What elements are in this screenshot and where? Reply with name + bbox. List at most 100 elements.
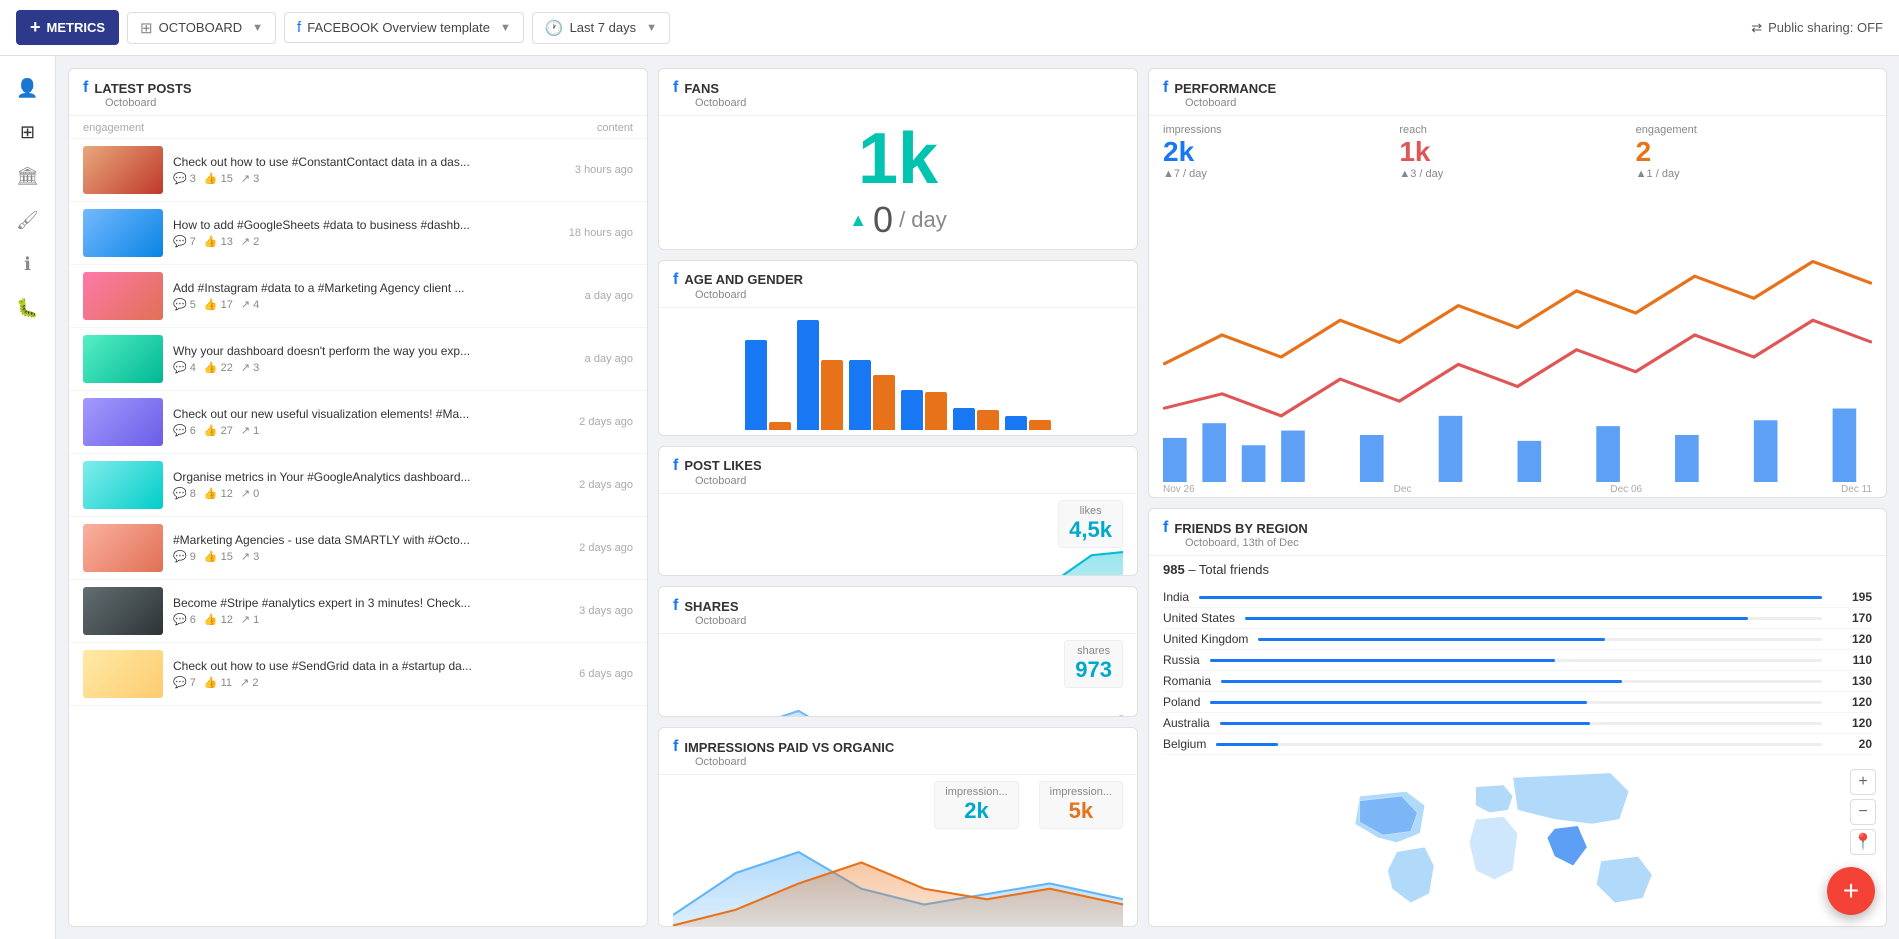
post-time: 3 hours ago	[567, 164, 633, 176]
fab-add-button[interactable]: +	[1827, 867, 1875, 915]
performance-title: PERFORMANCE	[1174, 81, 1276, 96]
country-bar	[1220, 722, 1591, 725]
country-count: 130	[1832, 674, 1872, 688]
post-item[interactable]: #Marketing Agencies - use data SMARTLY w…	[69, 517, 647, 580]
post-likes: 👍 27	[204, 424, 233, 437]
age-gender-panel: f AGE AND GENDER Octoboard	[658, 260, 1138, 436]
latest-posts-panel: f LATEST POSTS Octoboard engagement cont…	[68, 68, 648, 927]
metrics-label: METRICS	[47, 20, 106, 35]
octoboard-dropdown[interactable]: ⊞ OCTOBOARD ▼	[127, 12, 276, 44]
impressions-title: IMPRESSIONS PAID VS ORGANIC	[684, 740, 894, 755]
date-dropdown[interactable]: 🕐 Last 7 days ▼	[532, 12, 670, 44]
perf-x-3: Dec 11	[1841, 484, 1872, 495]
post-title: Organise metrics in Your #GoogleAnalytic…	[173, 470, 561, 484]
sidebar-item-info[interactable]: ℹ	[8, 244, 48, 284]
zoom-in-button[interactable]: +	[1850, 769, 1876, 795]
friends-row: United Kingdom 120	[1163, 629, 1872, 650]
shares-chart	[659, 690, 1137, 717]
impressions-badge-2: impression... 5k	[1039, 781, 1123, 829]
post-title: How to add #GoogleSheets #data to busine…	[173, 218, 551, 232]
sidebar-item-grid[interactable]: ⊞	[8, 112, 48, 152]
map-pin-button[interactable]: 📍	[1850, 829, 1876, 855]
plus-icon: +	[30, 17, 41, 38]
friends-row: India 195	[1163, 587, 1872, 608]
bar-65p-female	[1029, 420, 1051, 430]
bar-65p-male	[1005, 416, 1027, 430]
shares-badge: shares 973	[1064, 640, 1123, 688]
friends-title: FRIENDS BY REGION	[1174, 521, 1307, 536]
perf-x-0: Nov 26	[1163, 484, 1195, 495]
perf-stats-row: impressions 2k ▲7 / day reach 1k ▲3 / da…	[1149, 116, 1886, 188]
country-count: 120	[1832, 695, 1872, 709]
post-meta: 💬 8 👍 12 ↗ 0	[173, 487, 561, 500]
post-item[interactable]: Check out how to use #ConstantContact da…	[69, 139, 647, 202]
post-likes: 👍 22	[204, 361, 233, 374]
fans-big-value: 1k	[858, 123, 938, 195]
fans-value-area: 1k ▲ 0 / day	[659, 116, 1137, 249]
sidebar-item-bug[interactable]: 🐛	[8, 288, 48, 328]
template-dropdown[interactable]: f FACEBOOK Overview template ▼	[284, 12, 524, 43]
perf-sub-0: ▲7 / day	[1163, 168, 1399, 180]
country-count: 110	[1832, 653, 1872, 667]
post-item[interactable]: How to add #GoogleSheets #data to busine…	[69, 202, 647, 265]
post-likes-badge-label: likes	[1069, 505, 1112, 517]
post-likes: 👍 13	[204, 235, 233, 248]
latest-posts-header: f LATEST POSTS Octoboard	[69, 69, 647, 116]
facebook-icon-fbr: f	[1163, 519, 1168, 537]
country-bar	[1258, 638, 1605, 641]
post-shares: ↗ 4	[241, 298, 259, 311]
age-chart-area	[659, 308, 1137, 434]
post-meta: 💬 5 👍 17 ↗ 4	[173, 298, 567, 311]
bar-1824-female	[769, 422, 791, 430]
post-item[interactable]: Check out our new useful visualization e…	[69, 391, 647, 454]
bar-2534-female	[821, 360, 843, 430]
latest-posts-subtitle: Octoboard	[105, 97, 633, 109]
metrics-button[interactable]: + METRICS	[16, 10, 119, 45]
fans-arrow-up: ▲	[849, 210, 867, 231]
facebook-icon-sh: f	[673, 597, 678, 615]
chevron-down-icon-2: ▼	[500, 22, 511, 34]
post-content: #Marketing Agencies - use data SMARTLY w…	[173, 533, 561, 563]
post-likes-badge: likes 4,5k	[1058, 500, 1123, 548]
post-likes-title: POST LIKES	[684, 458, 761, 473]
post-item[interactable]: Add #Instagram #data to a #Marketing Age…	[69, 265, 647, 328]
public-sharing-toggle[interactable]: ⇄ Public sharing: OFF	[1751, 20, 1883, 36]
facebook-icon-imp: f	[673, 738, 678, 756]
post-item[interactable]: Check out how to use #SendGrid data in a…	[69, 643, 647, 706]
post-title: Check out how to use #ConstantContact da…	[173, 155, 557, 169]
post-title: Check out our new useful visualization e…	[173, 407, 561, 421]
post-time: 3 days ago	[571, 605, 633, 617]
sidebar-item-user[interactable]: 👤	[8, 68, 48, 108]
post-time: a day ago	[577, 353, 633, 365]
perf-x-2: Dec 06	[1610, 484, 1642, 495]
shares-panel: f SHARES Octoboard shares 973	[658, 586, 1138, 717]
post-likes-panel: f POST LIKES Octoboard likes 4,5k	[658, 446, 1138, 577]
country-bar-container	[1216, 743, 1822, 746]
performance-panel: f PERFORMANCE Octoboard impressions 2k ▲…	[1148, 68, 1887, 498]
country-bar-container	[1220, 722, 1822, 725]
perf-value-2: 2	[1636, 136, 1872, 168]
country-bar-container	[1210, 659, 1822, 662]
post-meta: 💬 6 👍 12 ↗ 1	[173, 613, 561, 626]
sidebar-item-brush[interactable]: 🖌	[8, 200, 48, 240]
impressions-chart	[659, 831, 1137, 927]
country-name: Russia	[1163, 653, 1200, 667]
post-item[interactable]: Organise metrics in Your #GoogleAnalytic…	[69, 454, 647, 517]
post-likes-subtitle: Octoboard	[695, 475, 1123, 487]
post-item[interactable]: Why your dashboard doesn't perform the w…	[69, 328, 647, 391]
perf-x-1: Dec	[1394, 484, 1412, 495]
facebook-icon-perf: f	[1163, 79, 1168, 97]
facebook-icon: f	[297, 19, 301, 36]
zoom-out-button[interactable]: −	[1850, 799, 1876, 825]
template-label: FACEBOOK Overview template	[307, 20, 490, 35]
age-labels: 18-24 35-44 55-64	[659, 434, 1137, 436]
bar-4554-male	[901, 390, 923, 430]
post-likes-badge-value: 4,5k	[1069, 517, 1112, 543]
post-likes: 👍 11	[204, 676, 232, 689]
fans-day-change: 0	[873, 199, 893, 241]
post-item[interactable]: Become #Stripe #analytics expert in 3 mi…	[69, 580, 647, 643]
post-shares: ↗ 3	[241, 172, 259, 185]
sidebar-item-bank[interactable]: 🏛	[8, 156, 48, 196]
post-thumbnail	[83, 524, 163, 572]
post-title: Add #Instagram #data to a #Marketing Age…	[173, 281, 567, 295]
